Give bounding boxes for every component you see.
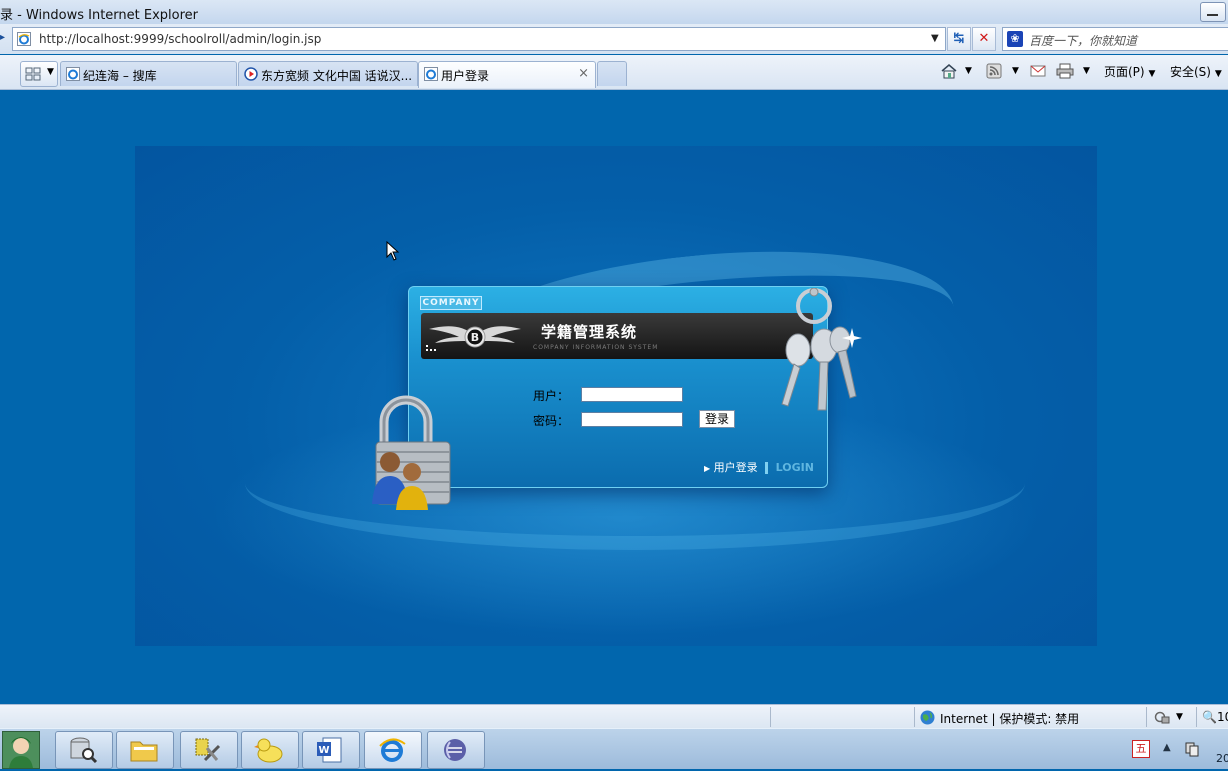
tab-list-dropdown-icon[interactable]: ▼	[47, 67, 54, 77]
play-arrow-icon: ▶	[704, 464, 711, 473]
tab-label: 用户登录	[441, 69, 490, 83]
taskbar-word[interactable]: W	[302, 731, 360, 769]
tab-dongfang[interactable]: 东方宽频 文化中国 话说汉...	[238, 61, 418, 86]
system-banner: B 学籍管理系统 COMPANY INFORMATION SYSTEM	[421, 313, 813, 359]
login-panel: COMPANY B 学籍管理系统 COMPANY INFORMATION SYS…	[408, 286, 828, 488]
address-row: ▸ http://localhost:9999/schoolroll/admin…	[0, 24, 1228, 54]
eclipse-icon	[444, 739, 466, 761]
footer-link[interactable]: 用户登录	[714, 461, 758, 474]
database-search-icon	[70, 737, 98, 764]
refresh-icon: ↹	[953, 31, 965, 46]
taskbar-eclipse[interactable]	[427, 731, 485, 769]
taskbar-database-search[interactable]	[55, 731, 113, 769]
url-text: http://localhost:9999/schoolroll/admin/l…	[39, 32, 322, 46]
ie-page-icon	[424, 67, 438, 81]
back-arrow-icon[interactable]: ▸	[0, 32, 5, 43]
login-button[interactable]: 登录	[699, 410, 735, 428]
title-bar: 录 - Windows Internet Explorer	[0, 0, 1228, 25]
protected-mode-dropdown-icon[interactable]: ▼	[1176, 712, 1183, 722]
svg-text:W: W	[318, 745, 329, 756]
status-divider	[1146, 707, 1147, 727]
close-tab-icon[interactable]: ×	[578, 66, 589, 81]
status-divider	[1196, 707, 1197, 727]
tab-jilianhai[interactable]: 纪连海 – 搜库	[60, 61, 237, 86]
tab-label: 纪连海 – 搜库	[83, 69, 157, 83]
safety-menu[interactable]: 安全(S) ▼	[1170, 63, 1222, 80]
taskbar-tools[interactable]	[180, 731, 238, 769]
window-title: 录 - Windows Internet Explorer	[0, 8, 198, 23]
new-tab-button[interactable]	[597, 61, 627, 86]
chevron-down-icon: ▼	[1214, 69, 1222, 79]
address-dropdown-icon[interactable]: ▼	[931, 33, 939, 44]
search-box[interactable]: ❀ 百度一下，你就知道	[1002, 27, 1228, 51]
home-icon[interactable]	[940, 63, 958, 79]
password-input[interactable]	[581, 412, 683, 427]
system-subtitle: COMPANY INFORMATION SYSTEM	[533, 344, 659, 351]
taskbar-internet-explorer[interactable]	[364, 731, 422, 769]
folder-icon	[130, 741, 158, 762]
ie-page-icon	[17, 32, 31, 46]
refresh-button[interactable]: ↹	[947, 27, 971, 51]
address-bar[interactable]: http://localhost:9999/schoolroll/admin/l…	[12, 27, 946, 51]
status-bar: Internet | 保护模式: 禁用 ▼ 🔍10	[0, 704, 1228, 729]
chevron-down-icon: ▼	[1148, 69, 1156, 79]
password-label: 密码：	[533, 414, 570, 428]
login-footer: ▶ 用户登录 LOGIN	[704, 459, 814, 475]
status-divider	[770, 707, 771, 727]
tray-expand-icon[interactable]: ▲	[1163, 742, 1171, 753]
ie-page-icon	[66, 67, 80, 81]
input-method-indicator[interactable]: 五	[1132, 740, 1150, 758]
zoom-control[interactable]: 🔍10	[1202, 710, 1228, 724]
page-menu-label: 页面(P)	[1104, 65, 1145, 79]
taskbar: W 五 ▲ 20	[0, 728, 1228, 769]
tools-icon	[195, 738, 221, 762]
page-menu[interactable]: 页面(P) ▼	[1104, 63, 1155, 80]
footer-divider	[765, 462, 769, 474]
feeds-dropdown-icon[interactable]: ▼	[1012, 66, 1019, 76]
dots-decoration	[426, 345, 436, 353]
tab-row: ▼ 纪连海 – 搜库 东方宽频 文化中国 话说汉... 用户登录 × ▼ ▼ ▼…	[0, 55, 1228, 90]
network-icon[interactable]	[1184, 741, 1200, 757]
clock-text: 20	[1216, 752, 1228, 765]
feeds-icon[interactable]	[986, 63, 1002, 79]
globe-icon	[920, 710, 935, 725]
page-content: COMPANY B 学籍管理系统 COMPANY INFORMATION SYS…	[0, 90, 1228, 704]
status-divider	[914, 707, 915, 727]
system-title: 学籍管理系统	[541, 323, 638, 341]
taskbar-duck[interactable]	[241, 731, 299, 769]
duck-icon	[254, 738, 283, 763]
protected-mode-icon[interactable]	[1154, 711, 1170, 724]
winged-b-logo: B	[429, 326, 521, 348]
tab-login[interactable]: 用户登录 ×	[418, 61, 596, 88]
home-dropdown-icon[interactable]: ▼	[965, 66, 972, 76]
mail-icon[interactable]	[1030, 65, 1046, 77]
print-icon[interactable]	[1056, 63, 1074, 79]
padlock-users-icon	[372, 395, 451, 510]
stop-icon: ✕	[978, 31, 990, 46]
footer-login-en: LOGIN	[775, 461, 814, 474]
quick-tabs-icon	[25, 67, 41, 81]
search-placeholder: 百度一下，你就知道	[1029, 34, 1138, 48]
safety-menu-label: 安全(S)	[1170, 65, 1211, 79]
tab-label: 东方宽频 文化中国 话说汉...	[261, 69, 413, 83]
minimize-button[interactable]	[1200, 2, 1226, 22]
svg-text:B: B	[471, 331, 479, 344]
keys-icon	[781, 288, 862, 411]
user-avatar-icon[interactable]	[2, 731, 40, 769]
word-icon: W	[317, 737, 342, 763]
baidu-paw-icon: ❀	[1007, 31, 1023, 47]
zoom-icon: 🔍	[1202, 710, 1217, 724]
security-zone-text[interactable]: Internet | 保护模式: 禁用	[940, 710, 1079, 727]
username-label: 用户：	[533, 389, 570, 403]
media-play-icon	[244, 67, 258, 81]
company-badge: COMPANY	[420, 296, 482, 310]
internet-explorer-icon	[379, 738, 406, 762]
mouse-cursor-icon	[386, 241, 400, 261]
username-input[interactable]	[581, 387, 683, 402]
taskbar-folder[interactable]	[116, 731, 174, 769]
zoom-level: 10	[1216, 710, 1228, 724]
print-dropdown-icon[interactable]: ▼	[1083, 66, 1090, 76]
quick-tabs-button[interactable]: ▼	[20, 61, 58, 87]
stop-button[interactable]: ✕	[972, 27, 996, 51]
